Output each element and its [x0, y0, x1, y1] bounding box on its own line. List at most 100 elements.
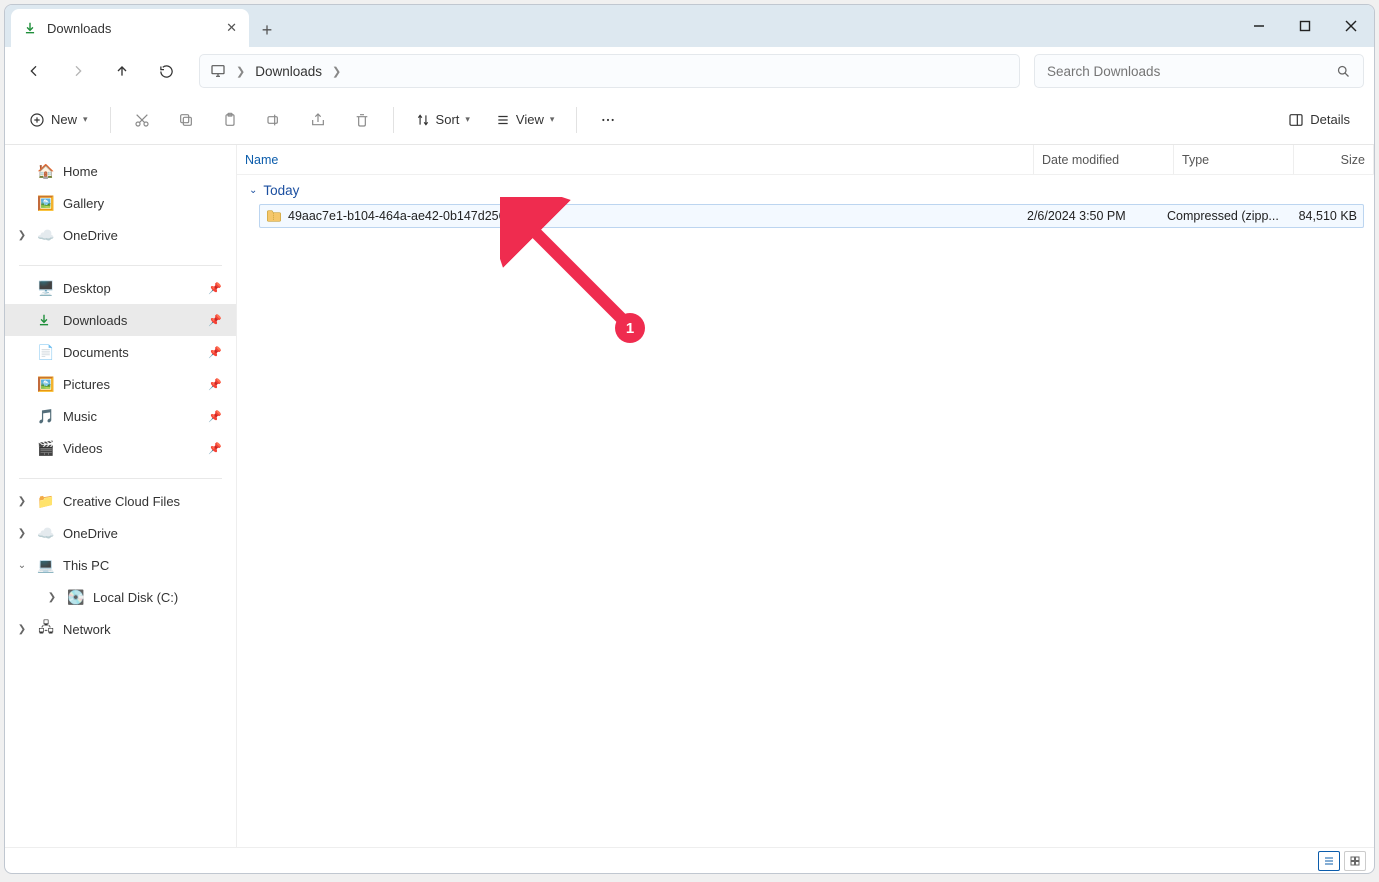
- details-view-icon[interactable]: [1318, 851, 1340, 871]
- sidebar-item-label: Home: [63, 164, 98, 179]
- sidebar-item-label: Creative Cloud Files: [63, 494, 180, 509]
- file-row[interactable]: 49aac7e1-b104-464a-ae42-0b147d2569a2.zip…: [259, 204, 1364, 228]
- rename-button[interactable]: [255, 103, 293, 137]
- pin-icon: 📌: [208, 282, 222, 295]
- music-icon: 🎵: [37, 408, 55, 425]
- new-tab-button[interactable]: +: [249, 20, 285, 47]
- sidebar-item-label: Downloads: [63, 313, 127, 328]
- sidebar-item-onedrive2[interactable]: ❯☁️ OneDrive: [5, 517, 236, 549]
- delete-button[interactable]: [343, 103, 381, 137]
- forward-button[interactable]: [59, 54, 97, 88]
- chevron-down-icon: ▾: [83, 114, 88, 125]
- minimize-button[interactable]: [1236, 5, 1282, 47]
- sort-button[interactable]: Sort ▾: [406, 103, 480, 137]
- chevron-right-icon[interactable]: ❯: [45, 592, 59, 603]
- sidebar-item-label: Gallery: [63, 196, 104, 211]
- sidebar-item-downloads[interactable]: Downloads 📌: [5, 304, 236, 336]
- column-type[interactable]: Type: [1174, 145, 1294, 174]
- chevron-right-icon: ❯: [236, 65, 245, 78]
- sidebar-item-label: OneDrive: [63, 228, 118, 243]
- sidebar-item-pictures[interactable]: 🖼️ Pictures 📌: [5, 368, 236, 400]
- disk-icon: 💽: [67, 589, 85, 606]
- chevron-right-icon[interactable]: ❯: [15, 528, 29, 539]
- sidebar-item-documents[interactable]: 📄 Documents 📌: [5, 336, 236, 368]
- file-name: 49aac7e1-b104-464a-ae42-0b147d2569a2.zip: [288, 209, 546, 223]
- sidebar-item-this-pc[interactable]: ⌄💻 This PC: [5, 549, 236, 581]
- column-size[interactable]: Size: [1294, 145, 1374, 174]
- sidebar-item-onedrive[interactable]: ❯ ☁️ OneDrive: [5, 219, 236, 251]
- view-button-label: View: [516, 112, 544, 127]
- chevron-down-icon: ⌄: [249, 185, 257, 196]
- sidebar-item-label: Desktop: [63, 281, 111, 296]
- videos-icon: 🎬: [37, 440, 55, 457]
- tab-title: Downloads: [47, 21, 111, 36]
- cloud-icon: ☁️: [37, 525, 55, 542]
- sidebar-item-label: Pictures: [63, 377, 110, 392]
- chevron-down-icon[interactable]: ⌄: [15, 560, 29, 571]
- search-input[interactable]: [1047, 64, 1336, 79]
- column-date[interactable]: Date modified: [1034, 145, 1174, 174]
- sort-button-label: Sort: [436, 112, 460, 127]
- sidebar-item-label: This PC: [63, 558, 109, 573]
- sidebar-item-label: Videos: [63, 441, 103, 456]
- search-box[interactable]: [1034, 54, 1364, 88]
- sidebar-item-home[interactable]: 🏠 Home: [5, 155, 236, 187]
- chevron-right-icon[interactable]: ❯: [15, 624, 29, 635]
- desktop-icon: 🖥️: [37, 280, 55, 297]
- file-type: Compressed (zipp...: [1167, 209, 1287, 223]
- chevron-right-icon[interactable]: ❯: [332, 65, 341, 78]
- more-button[interactable]: [589, 103, 627, 137]
- chevron-right-icon[interactable]: ❯: [15, 230, 29, 241]
- network-icon: 🖧: [37, 617, 55, 641]
- up-button[interactable]: [103, 54, 141, 88]
- home-icon: 🏠: [37, 163, 55, 180]
- column-name[interactable]: Name: [237, 145, 1034, 174]
- close-tab-icon[interactable]: ✕: [226, 20, 237, 36]
- download-arrow-icon: [23, 21, 37, 35]
- pin-icon: 📌: [208, 378, 222, 391]
- column-headers: Name Date modified Type Size: [237, 145, 1374, 175]
- cloud-icon: ☁️: [37, 227, 55, 244]
- breadcrumb-location[interactable]: Downloads: [255, 64, 322, 79]
- group-header-label: Today: [263, 183, 299, 198]
- zip-file-icon: [266, 209, 282, 223]
- share-button[interactable]: [299, 103, 337, 137]
- pin-icon: 📌: [208, 314, 222, 327]
- view-button[interactable]: View ▾: [486, 103, 564, 137]
- toolbar-separator: [393, 107, 394, 133]
- file-explorer-window: Downloads ✕ +: [4, 4, 1375, 874]
- group-header[interactable]: ⌄ Today: [237, 175, 1374, 202]
- tab-downloads[interactable]: Downloads ✕: [11, 9, 249, 47]
- sidebar-item-label: Music: [63, 409, 97, 424]
- details-pane-button[interactable]: Details: [1278, 103, 1360, 137]
- large-icons-view-icon[interactable]: [1344, 851, 1366, 871]
- monitor-icon: [210, 63, 226, 79]
- new-button-label: New: [51, 112, 77, 127]
- maximize-button[interactable]: [1282, 5, 1328, 47]
- refresh-button[interactable]: [147, 54, 185, 88]
- close-window-button[interactable]: [1328, 5, 1374, 47]
- chevron-right-icon[interactable]: ❯: [15, 496, 29, 507]
- paste-button[interactable]: [211, 103, 249, 137]
- sidebar-item-local-disk[interactable]: ❯ 💽 Local Disk (C:): [5, 581, 236, 613]
- back-button[interactable]: [15, 54, 53, 88]
- window-controls: [1236, 5, 1374, 47]
- toolbar-separator: [110, 107, 111, 133]
- copy-button[interactable]: [167, 103, 205, 137]
- download-icon: [37, 313, 55, 327]
- sidebar-item-label: Documents: [63, 345, 129, 360]
- sidebar-item-desktop[interactable]: 🖥️ Desktop 📌: [5, 272, 236, 304]
- sidebar-item-gallery[interactable]: 🖼️ Gallery: [5, 187, 236, 219]
- chevron-down-icon: ▾: [550, 114, 555, 125]
- sidebar-item-network[interactable]: ❯🖧 Network: [5, 613, 236, 645]
- sidebar-item-videos[interactable]: 🎬 Videos 📌: [5, 432, 236, 464]
- sidebar-item-label: Local Disk (C:): [93, 590, 178, 605]
- file-size: 84,510 KB: [1287, 209, 1363, 223]
- sidebar-item-creative-cloud[interactable]: ❯📁 Creative Cloud Files: [5, 485, 236, 517]
- new-button[interactable]: New ▾: [19, 103, 98, 137]
- cut-button[interactable]: [123, 103, 161, 137]
- pin-icon: 📌: [208, 346, 222, 359]
- address-bar[interactable]: ❯ Downloads ❯: [199, 54, 1020, 88]
- toolbar-separator: [576, 107, 577, 133]
- sidebar-item-music[interactable]: 🎵 Music 📌: [5, 400, 236, 432]
